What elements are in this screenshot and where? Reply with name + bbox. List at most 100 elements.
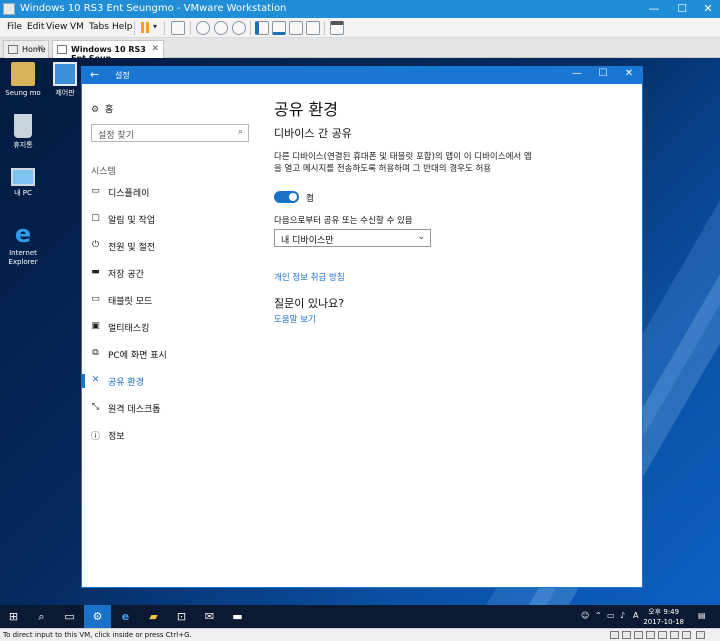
- minimize-button[interactable]: —: [640, 0, 668, 18]
- vmware-status-bar: To direct input to this VM, click inside…: [0, 628, 720, 641]
- nav-section-system: 시스템: [91, 167, 116, 177]
- search-icon[interactable]: ⌕: [28, 605, 55, 628]
- menu-tabs[interactable]: Tabs: [89, 22, 109, 32]
- menu-edit[interactable]: Edit: [27, 22, 44, 32]
- sound-icon[interactable]: [658, 631, 667, 639]
- revert-snapshot-icon[interactable]: [214, 21, 228, 35]
- close-button[interactable]: ✕: [619, 68, 639, 79]
- settings-window[interactable]: ← 설정 — ☐ ✕ ⚙ 홈 설정 찾기 ⌕ 시스템 ▭ 디스플레이 ▢ 알림 및…: [82, 67, 642, 587]
- nav-item-display[interactable]: ▭ 디스플레이: [82, 182, 262, 202]
- network-icon[interactable]: ▭: [607, 611, 615, 620]
- nav-item-tablet-mode[interactable]: ▭ 태블릿 모드: [82, 290, 262, 310]
- send-ctrl-alt-del-icon[interactable]: [171, 21, 185, 35]
- desktop-icon-label: Seung mo: [5, 89, 41, 97]
- desktop-icon-internet-explorer[interactable]: e Internet Explorer: [0, 222, 46, 267]
- minimize-button[interactable]: —: [567, 68, 587, 79]
- vm-tab-icon: [57, 45, 67, 54]
- unity-icon[interactable]: [306, 21, 320, 35]
- task-view-icon[interactable]: ▭: [56, 605, 83, 628]
- printer-icon[interactable]: [670, 631, 679, 639]
- file-explorer-icon[interactable]: ▰: [140, 605, 167, 628]
- chevron-up-icon[interactable]: ⌃: [595, 611, 602, 620]
- close-icon[interactable]: ✕: [36, 44, 44, 54]
- edge-icon[interactable]: e: [112, 605, 139, 628]
- tab-home[interactable]: Home ✕: [3, 40, 49, 58]
- display-icon[interactable]: [682, 631, 691, 639]
- close-icon[interactable]: ✕: [151, 44, 159, 54]
- computer-icon: [11, 168, 35, 186]
- people-icon[interactable]: ☺: [581, 611, 589, 620]
- menu-help[interactable]: Help: [112, 22, 133, 32]
- start-button[interactable]: ⊞: [0, 605, 27, 628]
- nav-item-notifications[interactable]: ▢ 알림 및 작업: [82, 209, 262, 229]
- privacy-statement-link[interactable]: 개인 정보 취급 방침: [274, 271, 345, 283]
- full-screen-icon[interactable]: [289, 21, 303, 35]
- mail-icon[interactable]: ✉: [196, 605, 223, 628]
- snapshot-manager-icon[interactable]: [232, 21, 246, 35]
- tablet-icon: ▭: [91, 294, 100, 304]
- user-folder-icon: [11, 62, 35, 86]
- nav-item-power[interactable]: ⏻ 전원 및 절전: [82, 236, 262, 256]
- menu-vm[interactable]: VM: [70, 22, 84, 32]
- action-center-icon[interactable]: ▤: [698, 611, 706, 620]
- desktop-icon-label: 내 PC: [14, 189, 32, 197]
- maximize-button[interactable]: ☐: [593, 68, 613, 79]
- network-adapter-icon[interactable]: [634, 631, 643, 639]
- maximize-button[interactable]: ☐: [668, 0, 696, 18]
- ie-icon: e: [14, 220, 32, 248]
- vmware-window-title: Windows 10 RS3 Ent Seungmo - VMware Work…: [20, 3, 287, 14]
- nav-item-label: 공유 환경: [108, 378, 144, 388]
- clock-time: 오후 9:49: [648, 608, 680, 616]
- cd-rom-icon[interactable]: [622, 631, 631, 639]
- nav-home[interactable]: ⚙ 홈: [91, 102, 113, 115]
- menu-view[interactable]: View: [46, 22, 67, 32]
- desktop-icon-user[interactable]: Seung mo: [0, 62, 46, 98]
- clock-date: 2017-10-18: [643, 618, 684, 626]
- desktop-icon-recycle-bin[interactable]: 휴지통: [0, 114, 46, 150]
- settings-search-input[interactable]: 설정 찾기 ⌕: [91, 124, 249, 142]
- library-view-icon[interactable]: [255, 21, 269, 35]
- search-icon[interactable]: ⌕: [238, 127, 243, 137]
- ime-icon[interactable]: A: [633, 611, 638, 620]
- close-button[interactable]: ✕: [694, 0, 720, 18]
- toolbar-divider: [164, 21, 165, 35]
- hard-disk-icon[interactable]: [610, 631, 619, 639]
- nav-item-storage[interactable]: ▬ 저장 공간: [82, 263, 262, 283]
- cmd-icon[interactable]: ▬: [224, 605, 251, 628]
- page-title: 공유 환경: [274, 100, 338, 119]
- nav-item-label: 원격 데스크톱: [108, 405, 161, 415]
- settings-taskbar-icon[interactable]: ⚙: [84, 605, 111, 628]
- receive-from-label: 다음으로부터 공유 또는 수신할 수 있음: [274, 216, 413, 226]
- toggle-state-label: 켬: [306, 194, 314, 204]
- nav-item-multitasking[interactable]: ▣ 멀티태스킹: [82, 317, 262, 337]
- menu-file[interactable]: File: [7, 22, 22, 32]
- thumbnail-view-icon[interactable]: [272, 21, 286, 35]
- home-icon: [8, 45, 18, 54]
- notifications-icon: ▢: [91, 213, 100, 223]
- get-help-link[interactable]: 도움말 보기: [274, 313, 316, 325]
- pause-dropdown-chevron-icon[interactable]: ▾: [153, 22, 157, 31]
- nav-item-shared-experiences[interactable]: ✕ 공유 환경: [82, 371, 262, 391]
- nav-item-label: 디스플레이: [108, 189, 150, 199]
- desktop-icon-label: 제어판: [55, 89, 75, 97]
- receive-from-dropdown[interactable]: 내 디바이스만 ⌄: [274, 229, 431, 247]
- usb-icon[interactable]: [646, 631, 655, 639]
- nav-item-remote-desktop[interactable]: ⤡ 원격 데스크톱: [82, 398, 262, 418]
- volume-icon[interactable]: ♪: [620, 611, 625, 620]
- nav-item-project[interactable]: ⧉ PC에 화면 표시: [82, 344, 262, 364]
- back-arrow-icon[interactable]: ←: [90, 68, 99, 81]
- store-icon[interactable]: ⊡: [168, 605, 195, 628]
- share-across-devices-toggle[interactable]: [274, 191, 299, 203]
- pause-icon[interactable]: [139, 21, 153, 35]
- console-view-icon[interactable]: [330, 21, 344, 35]
- nav-item-label: 멀티태스킹: [108, 324, 150, 334]
- display-icon: ▭: [91, 186, 100, 196]
- taskbar-clock[interactable]: 오후 9:49 2017-10-18: [643, 607, 684, 627]
- nav-item-about[interactable]: ⓘ 정보: [82, 425, 262, 445]
- gear-icon: ⚙: [91, 105, 100, 115]
- tab-vm[interactable]: Windows 10 RS3 Ent Seun... ✕: [52, 40, 164, 63]
- multitasking-icon: ▣: [91, 321, 100, 331]
- desktop-icon-this-pc[interactable]: 내 PC: [0, 168, 46, 198]
- messages-icon[interactable]: [696, 631, 705, 639]
- snapshot-icon[interactable]: [196, 21, 210, 35]
